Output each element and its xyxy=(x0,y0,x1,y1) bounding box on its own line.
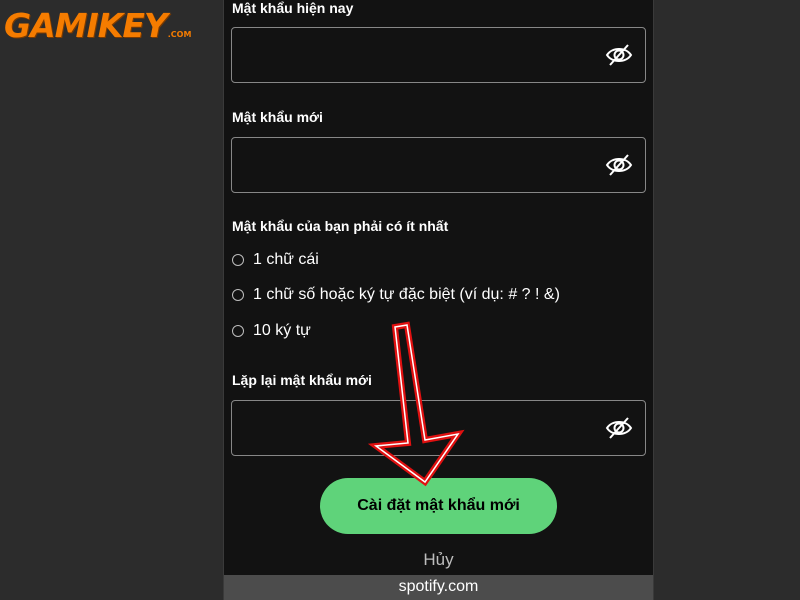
screenshot-stage: GAMIKEY .COM Mật khẩu hiện nay Mật khẩu … xyxy=(0,0,800,600)
repeat-password-input[interactable] xyxy=(244,409,588,449)
requirement-status-icon xyxy=(232,289,244,301)
eye-slash-icon[interactable] xyxy=(605,416,633,440)
eye-slash-icon[interactable] xyxy=(605,43,633,67)
current-password-field xyxy=(231,27,646,83)
set-new-password-button[interactable]: Cài đặt mật khẩu mới xyxy=(320,478,557,534)
password-change-screen: Mật khẩu hiện nay Mật khẩu mới Mật khẩu … xyxy=(223,0,654,600)
requirement-item: 1 chữ cái xyxy=(232,251,319,269)
browser-url-bar: spotify.com xyxy=(224,575,653,600)
brand-logo-text: GAMIKEY xyxy=(4,6,168,45)
requirement-text: 1 chữ cái xyxy=(253,251,319,268)
requirement-text: 10 ký tự xyxy=(253,322,311,339)
browser-domain: spotify.com xyxy=(398,578,479,595)
brand-logo: GAMIKEY .COM xyxy=(4,6,191,45)
brand-logo-suffix: .COM xyxy=(167,30,192,39)
repeat-password-field xyxy=(231,400,646,456)
cancel-link[interactable]: Hủy xyxy=(224,550,653,570)
requirement-status-icon xyxy=(232,254,244,266)
current-password-label: Mật khẩu hiện nay xyxy=(232,0,354,16)
new-password-input[interactable] xyxy=(244,146,588,186)
requirement-item: 10 ký tự xyxy=(232,322,311,340)
requirement-status-icon xyxy=(232,325,244,337)
repeat-password-label: Lặp lại mật khẩu mới xyxy=(232,372,372,388)
password-requirements-heading: Mật khẩu của bạn phải có ít nhất xyxy=(232,218,449,234)
requirement-item: 1 chữ số hoặc ký tự đặc biệt (ví dụ: # ?… xyxy=(232,286,560,304)
new-password-field xyxy=(231,137,646,193)
new-password-label: Mật khẩu mới xyxy=(232,109,323,125)
requirement-text: 1 chữ số hoặc ký tự đặc biệt (ví dụ: # ?… xyxy=(253,286,560,303)
eye-slash-icon[interactable] xyxy=(605,153,633,177)
current-password-input[interactable] xyxy=(244,36,588,76)
